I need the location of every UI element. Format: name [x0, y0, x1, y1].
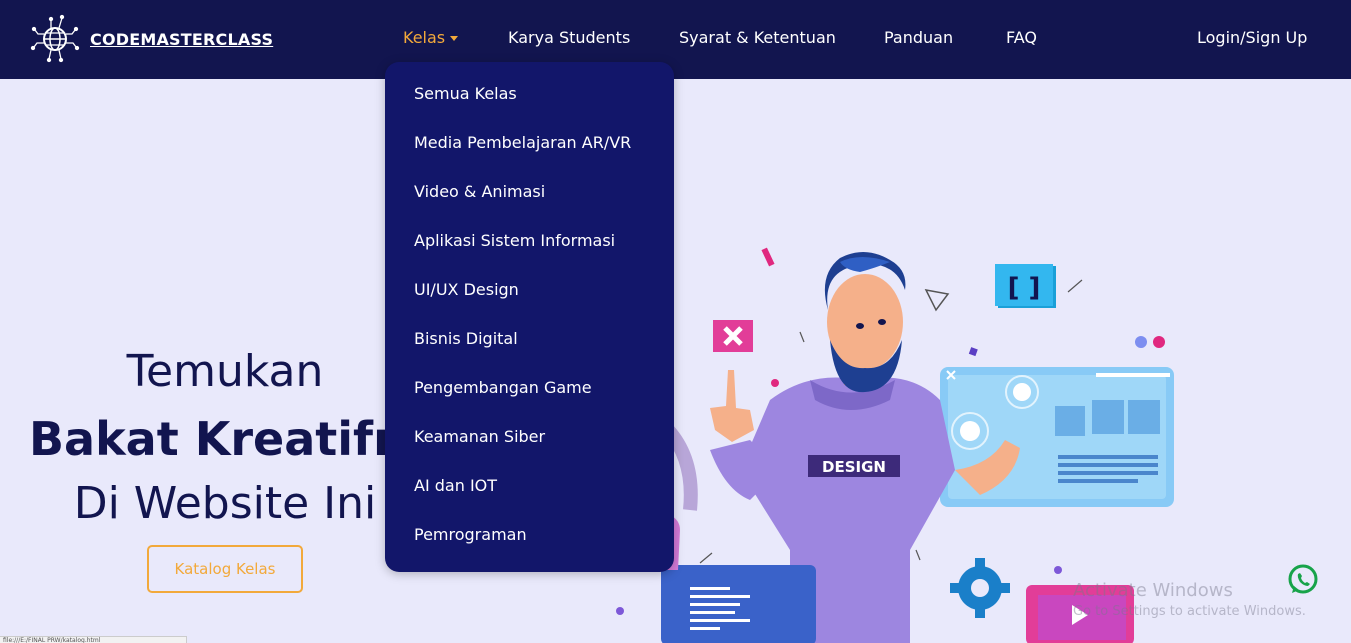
dropdown-item-ar-vr[interactable]: Media Pembelajaran AR/VR [414, 133, 631, 152]
brand-link[interactable]: CODEMASTERCLASS [30, 14, 273, 64]
hero-heading-line1: Temukan [126, 346, 324, 397]
whatsapp-icon[interactable] [1286, 563, 1320, 597]
watermark-subtitle: Go to Settings to activate Windows. [1073, 604, 1306, 619]
nav-item-syarat-ketentuan[interactable]: Syarat & Ketentuan [679, 28, 836, 47]
dropdown-item-video-animasi[interactable]: Video & Animasi [414, 182, 545, 201]
nav-item-kelas-label: Kelas [403, 28, 446, 47]
browser-status-bar: file:///E:/FINAL PRW/katalog.html [0, 636, 187, 643]
brand-name: CODEMASTERCLASS [90, 29, 274, 49]
nav-item-panduan[interactable]: Panduan [884, 28, 953, 47]
dropdown-item-ui-ux[interactable]: UI/UX Design [414, 280, 519, 299]
svg-text:[ ]: [ ] [1008, 273, 1041, 303]
caret-down-icon [450, 36, 459, 41]
shirt-badge-text: DESIGN [822, 458, 886, 476]
dropdown-item-pengembangan-game[interactable]: Pengembangan Game [414, 378, 592, 397]
katalog-kelas-button[interactable]: Katalog Kelas [147, 545, 303, 593]
hero-heading-line2: Bakat Kreatifm [28, 412, 421, 466]
dropdown-item-keamanan-siber[interactable]: Keamanan Siber [414, 427, 545, 446]
nav-item-faq[interactable]: FAQ [1006, 28, 1037, 47]
dropdown-item-bisnis-digital[interactable]: Bisnis Digital [414, 329, 518, 348]
navbar: CODEMASTERCLASS Kelas Karya Students Sya… [0, 0, 1351, 79]
login-signup-link[interactable]: Login/Sign Up [1197, 28, 1307, 47]
dropdown-item-sistem-informasi[interactable]: Aplikasi Sistem Informasi [414, 231, 615, 250]
windows-activation-watermark: Activate Windows Go to Settings to activ… [1073, 580, 1306, 619]
hero-heading-line3: Di Website Ini [73, 478, 377, 529]
dropdown-item-ai-iot[interactable]: AI dan IOT [414, 476, 497, 495]
nav-item-kelas[interactable]: Kelas [403, 28, 459, 47]
watermark-title: Activate Windows [1073, 580, 1233, 601]
dropdown-item-semua-kelas[interactable]: Semua Kelas [414, 84, 517, 103]
kelas-dropdown-menu: Semua Kelas Media Pembelajaran AR/VR Vid… [385, 62, 674, 572]
nav-item-karya-students[interactable]: Karya Students [508, 28, 630, 47]
globe-circuit-icon [30, 14, 80, 63]
dropdown-item-pemrograman[interactable]: Pemrograman [414, 525, 527, 544]
